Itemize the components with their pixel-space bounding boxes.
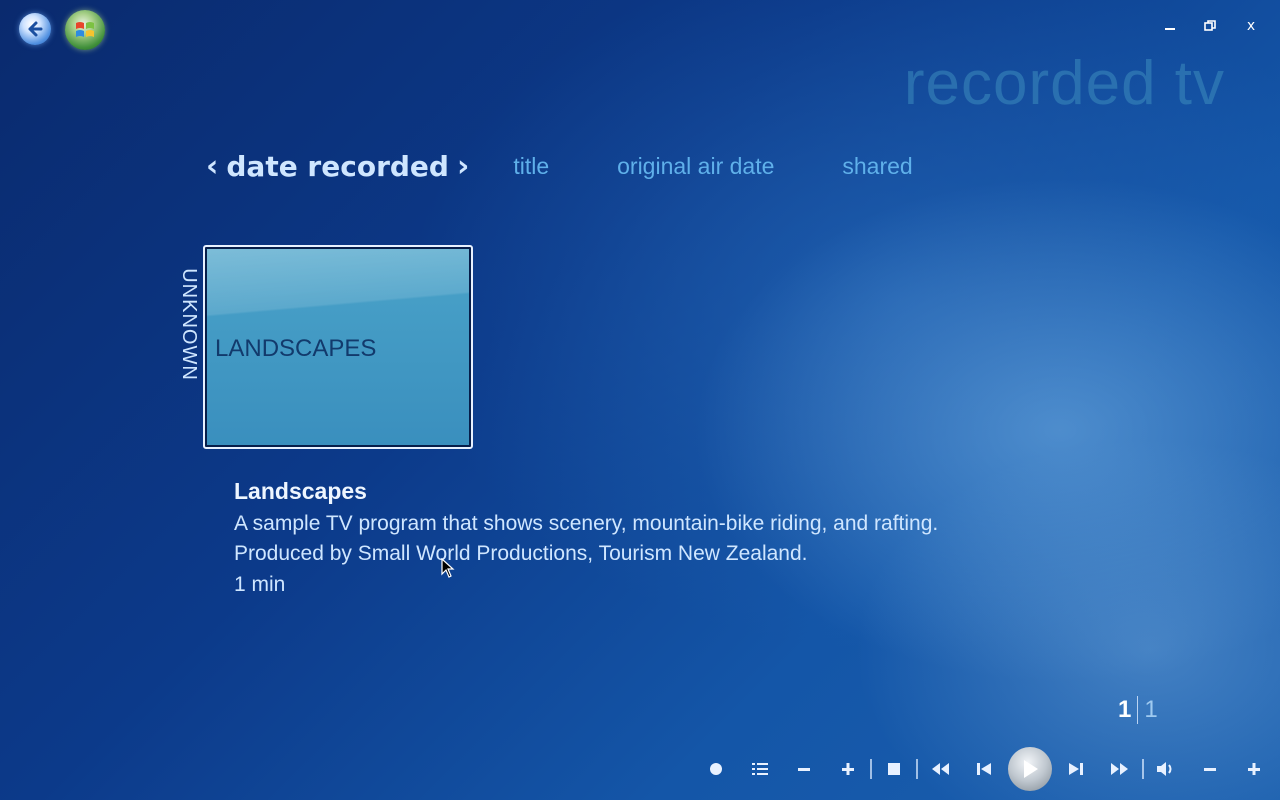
previous-button[interactable] <box>962 748 1006 790</box>
chevron-right-icon[interactable]: › <box>457 149 469 184</box>
close-button[interactable]: x <box>1241 16 1261 36</box>
recording-description-line: A sample TV program that shows scenery, … <box>234 512 939 535</box>
tile-thumbnail: LANDSCAPES <box>207 249 469 445</box>
previous-icon <box>977 763 991 775</box>
volume-minus-icon <box>1204 768 1216 771</box>
play-icon <box>1024 760 1038 778</box>
mute-button[interactable] <box>1144 748 1188 790</box>
recording-description-line: Produced by Small World Productions, Tou… <box>234 542 808 565</box>
rewind-button[interactable] <box>918 748 962 790</box>
windows-logo-icon <box>76 22 94 37</box>
recording-tile-landscapes[interactable]: LANDSCAPES <box>203 245 473 449</box>
stop-icon <box>888 763 900 775</box>
back-arrow-icon <box>28 21 43 37</box>
guide-button[interactable] <box>738 748 782 790</box>
transport-controls <box>694 747 1276 791</box>
start-button[interactable] <box>65 10 105 50</box>
page-indicator: 1 1 <box>1118 696 1158 724</box>
tab-date-recorded[interactable]: ‹ date recorded › <box>206 149 469 184</box>
record-icon <box>710 763 722 775</box>
page-title: recorded tv <box>903 49 1225 118</box>
volume-up-button[interactable] <box>1232 748 1276 790</box>
tab-title[interactable]: title <box>513 153 549 180</box>
fast-forward-button[interactable] <box>1098 748 1142 790</box>
record-button[interactable] <box>694 748 738 790</box>
volume-plus-icon <box>1248 763 1260 775</box>
recording-title: Landscapes <box>234 478 367 504</box>
guide-list-icon <box>752 763 768 775</box>
rewind-icon <box>932 763 949 775</box>
group-label: UNKNOWN <box>168 254 208 394</box>
restore-button[interactable] <box>1200 16 1220 36</box>
cursor-arrow-icon <box>441 557 455 578</box>
volume-down-button[interactable] <box>1188 748 1232 790</box>
tile-thumbnail-text: LANDSCAPES <box>215 335 377 362</box>
recording-details: Landscapes A sample TV program that show… <box>234 478 938 597</box>
channel-minus-icon <box>798 768 810 771</box>
recording-description: A sample TV program that shows scenery, … <box>234 509 938 569</box>
sort-tabs: ‹ date recorded › title original air dat… <box>206 146 913 186</box>
channel-up-button[interactable] <box>826 748 870 790</box>
next-icon <box>1069 763 1083 775</box>
fast-forward-icon <box>1111 763 1128 775</box>
pager-divider <box>1137 696 1139 724</box>
channel-down-button[interactable] <box>782 748 826 790</box>
channel-plus-icon <box>842 763 854 775</box>
next-button[interactable] <box>1054 748 1098 790</box>
mouse-cursor <box>441 557 455 582</box>
volume-icon <box>1157 762 1172 776</box>
tab-shared[interactable]: shared <box>842 153 912 180</box>
tab-original-air-date[interactable]: original air date <box>617 153 774 180</box>
group-label-text: UNKNOWN <box>177 267 200 381</box>
back-button[interactable] <box>19 13 51 45</box>
minimize-icon <box>1165 28 1175 30</box>
stop-button[interactable] <box>872 748 916 790</box>
minimize-button[interactable] <box>1160 16 1180 36</box>
tab-date-recorded-label: date recorded <box>226 149 449 183</box>
current-page: 1 <box>1118 696 1132 723</box>
close-icon: x <box>1246 18 1256 34</box>
recording-duration: 1 min <box>234 573 286 596</box>
restore-icon <box>1204 20 1216 31</box>
chevron-left-icon[interactable]: ‹ <box>206 149 218 184</box>
play-button[interactable] <box>1008 747 1052 791</box>
total-pages: 1 <box>1144 696 1158 723</box>
